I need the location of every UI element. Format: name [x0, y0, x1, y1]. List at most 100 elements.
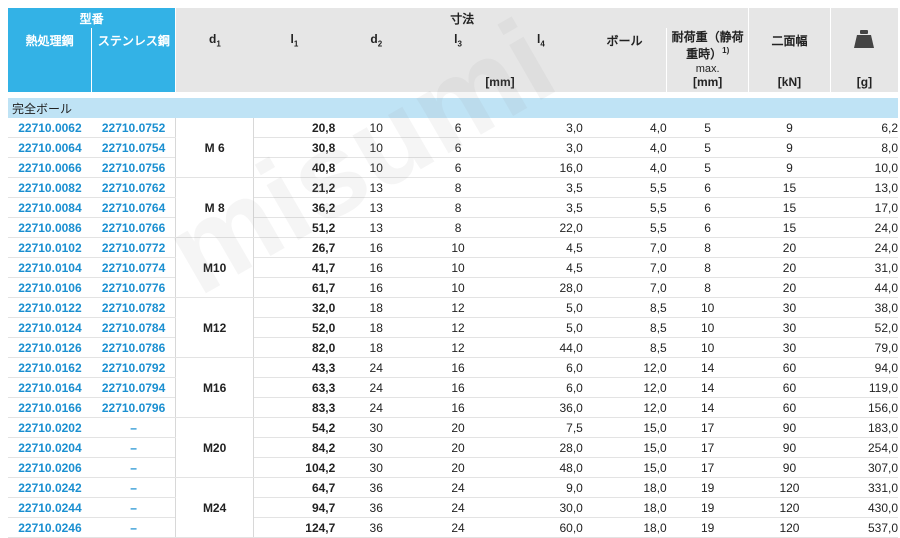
part-number-stainless[interactable]: –: [91, 477, 176, 498]
part-number-stainless[interactable]: 22710.0772: [91, 237, 176, 258]
table-row: 22710.0206– 104,2 30 20 48,0 15,0 17 90 307,0: [8, 457, 898, 478]
thread-size: M10: [175, 237, 254, 298]
width-across-flats: 6: [666, 177, 749, 198]
part-number-heat-treated[interactable]: 22710.0084: [8, 197, 92, 218]
part-number-heat-treated[interactable]: 22710.0166: [8, 397, 92, 418]
table-row: 22710.0166 22710.0796 83,3 24 16 36,0 12,0 14 60…: [8, 397, 898, 418]
part-number-heat-treated[interactable]: 22710.0102: [8, 237, 92, 258]
part-number-stainless[interactable]: 22710.0784: [91, 317, 176, 338]
header-part-number: 型番: [8, 8, 176, 28]
load-capacity: 20: [748, 237, 831, 258]
part-number-heat-treated[interactable]: 22710.0104: [8, 257, 92, 278]
table-row: 22710.0084 22710.0764 36,2 13 8 3,5 5,5 6 15 17,0: [8, 197, 898, 218]
part-number-stainless[interactable]: 22710.0752: [91, 118, 176, 138]
dim-l4: 16,0: [498, 157, 583, 178]
header-weight-icon: [829, 8, 898, 72]
part-number-stainless[interactable]: 22710.0776: [91, 277, 176, 298]
part-number-stainless[interactable]: –: [91, 417, 176, 438]
part-number-heat-treated[interactable]: 22710.0206: [8, 457, 92, 478]
part-number-stainless[interactable]: 22710.0764: [91, 197, 176, 218]
dim-l3: 8: [417, 197, 499, 218]
part-number-heat-treated[interactable]: 22710.0066: [8, 157, 92, 178]
part-number-stainless[interactable]: 22710.0782: [91, 297, 176, 318]
dim-ball: 4,0: [582, 118, 667, 138]
dim-l4: 9,0: [498, 477, 583, 498]
part-number-stainless[interactable]: –: [91, 437, 176, 458]
part-number-stainless[interactable]: –: [91, 457, 176, 478]
part-number-heat-treated[interactable]: 22710.0246: [8, 517, 92, 538]
part-number-heat-treated[interactable]: 22710.0202: [8, 417, 92, 438]
table-row: 22710.0104 22710.0774 41,7 16 10 4,5 7,0 8 20 31,…: [8, 257, 898, 278]
dim-l1: 51,2: [253, 217, 336, 238]
part-number-stainless[interactable]: 22710.0774: [91, 257, 176, 278]
part-number-heat-treated[interactable]: 22710.0124: [8, 317, 92, 338]
width-across-flats: 8: [666, 257, 749, 278]
header-stainless: ステンレス鋼: [91, 28, 176, 72]
dim-d2: 30: [335, 457, 418, 478]
load-capacity: 60: [748, 397, 831, 418]
dim-l1: 20,8: [253, 118, 336, 138]
dim-l3: 24: [417, 517, 499, 538]
dim-l4: 5,0: [498, 297, 583, 318]
dim-l1: 83,3: [253, 397, 336, 418]
dim-l1: 41,7: [253, 257, 336, 278]
part-number-heat-treated[interactable]: 22710.0062: [8, 118, 92, 138]
dim-l4: 60,0: [498, 517, 583, 538]
weight: 52,0: [830, 317, 898, 338]
weight: 119,0: [830, 377, 898, 398]
dim-d2: 16: [335, 257, 418, 278]
width-across-flats: 6: [666, 217, 749, 238]
table-row: 22710.0102 22710.0772 M10 26,7 16 10 4,5 7,0 8 20…: [8, 237, 898, 298]
part-number-stainless[interactable]: 22710.0792: [91, 357, 176, 378]
part-number-stainless[interactable]: –: [91, 497, 176, 518]
part-number-heat-treated[interactable]: 22710.0244: [8, 497, 92, 518]
part-number-heat-treated[interactable]: 22710.0106: [8, 277, 92, 298]
dim-l4: 3,5: [498, 177, 583, 198]
dim-d2: 36: [335, 517, 418, 538]
width-across-flats: 19: [666, 477, 749, 498]
part-number-stainless[interactable]: 22710.0794: [91, 377, 176, 398]
part-number-stainless[interactable]: 22710.0756: [91, 157, 176, 178]
load-capacity: 90: [748, 437, 831, 458]
weight: 24,0: [830, 217, 898, 238]
width-across-flats: 8: [666, 237, 749, 258]
part-number-heat-treated[interactable]: 22710.0126: [8, 337, 92, 358]
load-capacity: 9: [748, 157, 831, 178]
part-number-heat-treated[interactable]: 22710.0122: [8, 297, 92, 318]
part-number-stainless[interactable]: 22710.0796: [91, 397, 176, 418]
dim-l3: 16: [417, 397, 499, 418]
part-number-heat-treated[interactable]: 22710.0164: [8, 377, 92, 398]
dim-l3: 6: [417, 118, 499, 138]
part-number-stainless[interactable]: –: [91, 517, 176, 538]
dim-l3: 6: [417, 157, 499, 178]
dim-l3: 16: [417, 377, 499, 398]
dim-d2: 10: [335, 137, 418, 158]
part-number-heat-treated[interactable]: 22710.0242: [8, 477, 92, 498]
part-number-heat-treated[interactable]: 22710.0082: [8, 177, 92, 198]
dim-l1: 64,7: [253, 477, 336, 498]
part-number-heat-treated[interactable]: 22710.0086: [8, 217, 92, 238]
unit-mm-dimensions: [mm]: [417, 72, 583, 92]
dim-l4: 44,0: [498, 337, 583, 358]
part-number-stainless[interactable]: 22710.0762: [91, 177, 176, 198]
part-number-stainless[interactable]: 22710.0786: [91, 337, 176, 358]
dim-l1: 40,8: [253, 157, 336, 178]
dim-l4: 3,0: [498, 118, 583, 138]
dim-ball: 4,0: [582, 157, 667, 178]
part-number-stainless[interactable]: 22710.0766: [91, 217, 176, 238]
dim-l4: 6,0: [498, 377, 583, 398]
part-number-heat-treated[interactable]: 22710.0204: [8, 437, 92, 458]
load-capacity: 90: [748, 417, 831, 438]
thread-size: M20: [175, 417, 254, 478]
load-capacity: 20: [748, 257, 831, 278]
part-number-heat-treated[interactable]: 22710.0162: [8, 357, 92, 378]
weight: 331,0: [830, 477, 898, 498]
dim-l4: 28,0: [498, 277, 583, 298]
dim-l3: 6: [417, 137, 499, 158]
dim-l3: 20: [417, 417, 499, 438]
part-number-heat-treated[interactable]: 22710.0064: [8, 137, 92, 158]
dim-l4: 3,0: [498, 137, 583, 158]
part-number-stainless[interactable]: 22710.0754: [91, 137, 176, 158]
dim-l3: 12: [417, 317, 499, 338]
table-row: 22710.0242– M24 64,7 36 24 9,0 18,0 19 120 331,0: [8, 477, 898, 538]
